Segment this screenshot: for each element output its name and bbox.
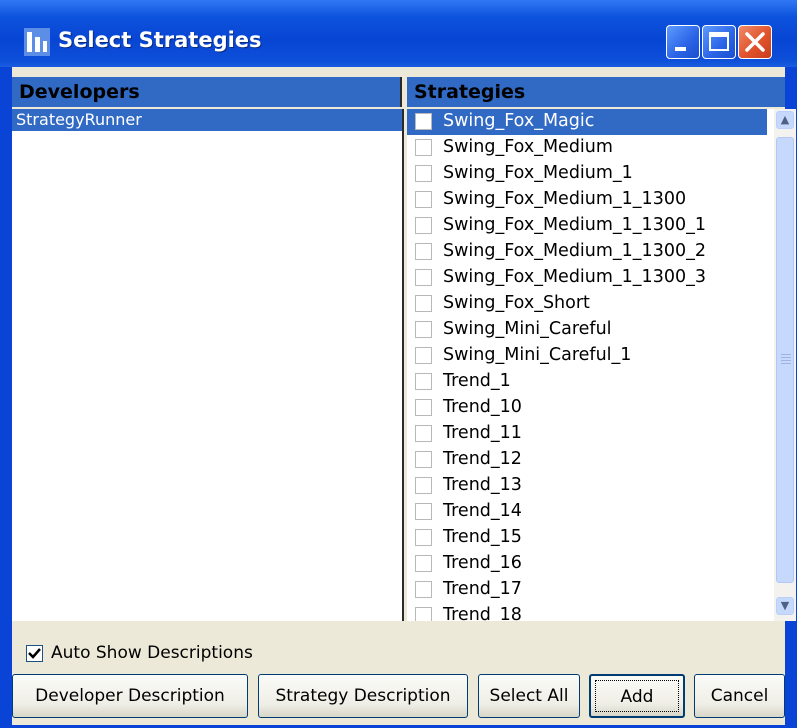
strategy-checkbox[interactable]: [415, 321, 432, 338]
add-button[interactable]: Add: [589, 674, 685, 718]
strategy-checkbox[interactable]: [415, 399, 432, 416]
strategy-item[interactable]: Swing_Mini_Careful: [407, 317, 767, 343]
focus-rectangle: [595, 680, 679, 712]
thumb-grip: [781, 363, 791, 364]
strategy-checkbox[interactable]: [415, 503, 432, 520]
minimize-icon: [675, 47, 686, 51]
strategy-item[interactable]: Trend_15: [407, 525, 767, 551]
strategy-checkbox[interactable]: [415, 347, 432, 364]
strategies-header: Strategies: [407, 77, 785, 107]
strategy-label: Swing_Mini_Careful: [443, 319, 612, 339]
strategy-item[interactable]: Swing_Mini_Careful_1: [407, 343, 767, 369]
chevron-up-icon: ▲: [780, 113, 790, 126]
dialog-body: Developers Strategies StrategyRunner Swi…: [12, 67, 796, 725]
auto-show-checkbox[interactable]: [26, 645, 43, 662]
strategy-label: Trend_1: [443, 371, 511, 391]
strategy-item[interactable]: Swing_Fox_Medium_1: [407, 161, 767, 187]
strategy-label: Trend_17: [443, 579, 522, 599]
thumb-grip: [781, 357, 791, 358]
strategy-checkbox[interactable]: [415, 477, 432, 494]
cancel-button[interactable]: Cancel: [694, 674, 785, 718]
strategy-label: Swing_Fox_Medium_1_1300_3: [443, 267, 706, 287]
strategy-label: Trend_11: [443, 423, 522, 443]
scroll-thumb[interactable]: [776, 137, 794, 583]
window-title: Select Strategies: [58, 28, 262, 52]
maximize-icon: [709, 32, 729, 51]
strategy-checkbox[interactable]: [415, 269, 432, 286]
scroll-down-button[interactable]: ▼: [776, 597, 794, 615]
strategy-label: Swing_Fox_Medium: [443, 137, 613, 157]
minimize-button[interactable]: [666, 25, 700, 59]
strategy-checkbox[interactable]: [415, 555, 432, 572]
strategy-checkbox[interactable]: [415, 165, 432, 182]
strategy-description-button[interactable]: Strategy Description: [258, 674, 468, 718]
strategy-label: Trend_13: [443, 475, 522, 495]
strategies-list[interactable]: Swing_Fox_Magic Swing_Fox_Medium Swing_Fox…: [407, 109, 785, 621]
strategy-item[interactable]: Trend_11: [407, 421, 767, 447]
strategy-item[interactable]: Trend_1: [407, 369, 767, 395]
strategy-checkbox[interactable]: [415, 581, 432, 598]
strategy-item[interactable]: Swing_Fox_Medium: [407, 135, 767, 161]
strategy-checkbox[interactable]: [415, 217, 432, 234]
chevron-down-icon: ▼: [780, 599, 790, 612]
strategy-checkbox[interactable]: [415, 113, 432, 130]
thumb-grip: [781, 354, 791, 355]
strategy-label: Swing_Fox_Short: [443, 293, 590, 313]
strategy-checkbox[interactable]: [415, 373, 432, 390]
select-all-button[interactable]: Select All: [478, 674, 580, 718]
scroll-up-button[interactable]: ▲: [776, 111, 794, 129]
developer-item[interactable]: StrategyRunner: [12, 109, 402, 131]
strategy-label: Swing_Fox_Medium_1_1300: [443, 189, 687, 209]
title-bar[interactable]: Select Strategies: [0, 0, 797, 67]
strategies-scrollbar[interactable]: ▲ ▼: [774, 109, 796, 621]
maximize-button[interactable]: [702, 25, 736, 59]
auto-show-label: Auto Show Descriptions: [51, 643, 253, 663]
strategy-item[interactable]: Trend_10: [407, 395, 767, 421]
developers-header: Developers: [12, 77, 402, 107]
strategy-item[interactable]: Trend_13: [407, 473, 767, 499]
strategy-checkbox[interactable]: [415, 243, 432, 260]
strategy-label: Trend_14: [443, 501, 522, 521]
strategy-checkbox[interactable]: [415, 451, 432, 468]
strategy-item[interactable]: Trend_16: [407, 551, 767, 577]
strategy-label: Swing_Fox_Medium_1_1300_1: [443, 215, 706, 235]
strategy-label: Trend_18: [443, 605, 522, 621]
strategy-item[interactable]: Trend_17: [407, 577, 767, 603]
strategy-item[interactable]: Swing_Fox_Medium_1_1300_2: [407, 239, 767, 265]
strategy-item[interactable]: Trend_18: [407, 603, 767, 621]
strategy-item[interactable]: Swing_Fox_Short: [407, 291, 767, 317]
strategy-item[interactable]: Trend_12: [407, 447, 767, 473]
strategy-item[interactable]: Trend_14: [407, 499, 767, 525]
strategy-checkbox[interactable]: [415, 425, 432, 442]
strategy-label: Swing_Fox_Magic: [441, 109, 597, 133]
checkmark-icon: [28, 648, 41, 659]
strategy-item[interactable]: Swing_Fox_Medium_1_1300_3: [407, 265, 767, 291]
strategy-checkbox[interactable]: [415, 607, 432, 621]
strategy-label: Swing_Fox_Medium_1_1300_2: [443, 241, 706, 261]
close-icon: [745, 32, 765, 52]
strategy-checkbox[interactable]: [415, 139, 432, 156]
strategy-checkbox[interactable]: [415, 529, 432, 546]
strategy-label: Trend_12: [443, 449, 522, 469]
strategy-item[interactable]: Swing_Fox_Medium_1_1300: [407, 187, 767, 213]
strategy-label: Trend_16: [443, 553, 522, 573]
select-strategies-window: Select Strategies Developers Strategies …: [0, 0, 797, 728]
strategy-item[interactable]: Swing_Fox_Medium_1_1300_1: [407, 213, 767, 239]
app-icon: [24, 28, 50, 56]
strategy-label: Trend_10: [443, 397, 522, 417]
strategy-checkbox[interactable]: [415, 295, 432, 312]
developers-list[interactable]: StrategyRunner: [12, 109, 404, 621]
strategy-item[interactable]: Swing_Fox_Magic: [407, 109, 767, 135]
thumb-grip: [781, 360, 791, 361]
strategy-checkbox[interactable]: [415, 191, 432, 208]
developer-description-button[interactable]: Developer Description: [12, 674, 248, 718]
strategy-label: Swing_Fox_Medium_1: [443, 163, 633, 183]
strategy-label: Trend_15: [443, 527, 522, 547]
strategy-label: Swing_Mini_Careful_1: [443, 345, 632, 365]
close-button[interactable]: [738, 25, 772, 59]
strategies-items: Swing_Fox_Magic Swing_Fox_Medium Swing_Fox…: [407, 109, 767, 621]
